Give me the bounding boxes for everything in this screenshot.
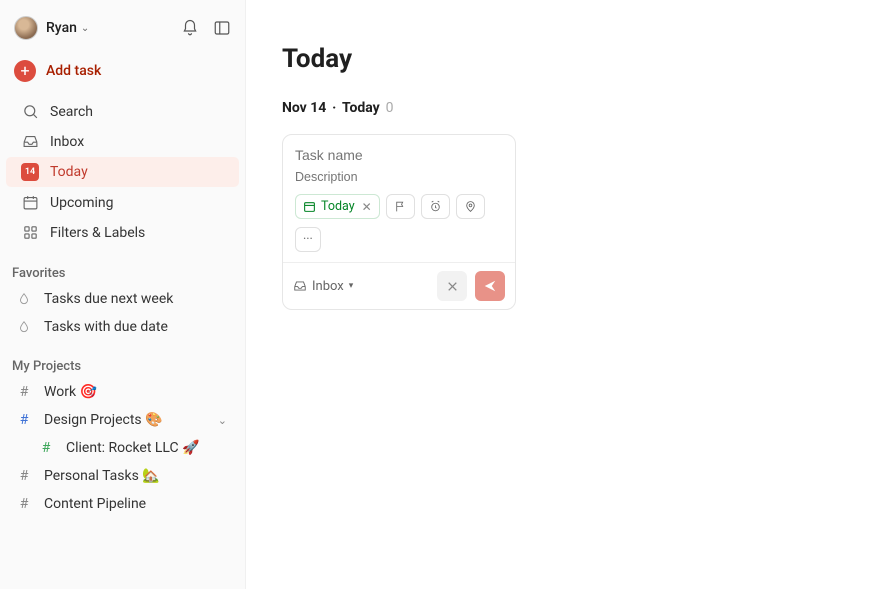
calendar-icon	[20, 194, 40, 211]
sidebar-header: Ryan ⌄	[0, 10, 245, 52]
task-description-input[interactable]	[295, 170, 503, 184]
more-actions-chip[interactable]: ···	[295, 227, 321, 252]
calendar-today-icon: 14	[20, 163, 40, 181]
chip-label: Today	[321, 199, 355, 214]
sidebar: Ryan ⌄ + Add task Search Inbox	[0, 0, 246, 589]
bell-icon[interactable]	[181, 19, 199, 37]
priority-chip[interactable]	[386, 194, 415, 219]
chevron-down-icon[interactable]: ⌄	[81, 23, 89, 34]
project-work[interactable]: # Work 🎯	[0, 378, 245, 406]
favorite-item[interactable]: Tasks with due date	[0, 313, 245, 341]
quick-add-card: Today ✕ ···	[282, 134, 516, 310]
nav-search[interactable]: Search	[6, 97, 239, 126]
project-label: Content Pipeline	[44, 496, 146, 512]
nav-label: Inbox	[50, 134, 84, 150]
date-label: Nov 14	[282, 100, 326, 116]
inbox-icon	[20, 133, 40, 150]
project-selector[interactable]: Inbox ▾	[293, 279, 353, 294]
favorites-title[interactable]: Favorites	[0, 248, 245, 285]
chevron-down-icon: ▾	[349, 281, 354, 291]
drop-icon	[14, 292, 34, 306]
plus-icon: +	[14, 60, 36, 82]
drop-icon	[14, 320, 34, 334]
project-label: Work 🎯	[44, 384, 97, 400]
nav-label: Search	[50, 104, 93, 120]
hash-icon: #	[14, 412, 34, 428]
nav-upcoming[interactable]: Upcoming	[6, 188, 239, 217]
nav-inbox[interactable]: Inbox	[6, 127, 239, 156]
project-personal[interactable]: # Personal Tasks 🏡	[0, 462, 245, 490]
page-title: Today	[282, 44, 876, 74]
task-count: 0	[386, 100, 394, 116]
project-content[interactable]: # Content Pipeline	[0, 490, 245, 518]
hash-icon: #	[14, 468, 34, 484]
add-task-button[interactable]: + Add task	[0, 52, 245, 90]
panel-icon[interactable]	[213, 19, 231, 37]
project-label: Design Projects 🎨	[44, 412, 163, 428]
project-label: Personal Tasks 🏡	[44, 468, 160, 484]
hash-icon: #	[14, 496, 34, 512]
date-separator: ‧	[332, 100, 336, 116]
nav-list: Search Inbox 14 Today Upcoming Filters &…	[0, 96, 245, 248]
date-suffix: Today	[342, 100, 380, 116]
add-task-label: Add task	[46, 63, 101, 79]
project-rocket[interactable]: # Client: Rocket LLC 🚀	[0, 434, 245, 462]
main-content: Today Nov 14 ‧ Today 0 Today ✕	[246, 0, 876, 589]
submit-button[interactable]	[475, 271, 505, 301]
date-heading: Nov 14 ‧ Today 0	[282, 100, 876, 116]
project-design[interactable]: # Design Projects 🎨 ⌄	[0, 406, 245, 434]
nav-filters[interactable]: Filters & Labels	[6, 218, 239, 247]
nav-label: Filters & Labels	[50, 225, 145, 241]
favorite-label: Tasks with due date	[44, 319, 168, 335]
nav-today[interactable]: 14 Today	[6, 157, 239, 187]
more-icon: ···	[303, 232, 313, 247]
project-selector-label: Inbox	[312, 279, 344, 294]
clear-date-icon[interactable]: ✕	[362, 200, 372, 214]
username[interactable]: Ryan	[46, 20, 77, 36]
hash-icon: #	[14, 384, 34, 400]
task-name-input[interactable]	[295, 147, 503, 163]
cancel-button[interactable]	[437, 271, 467, 301]
project-label: Client: Rocket LLC 🚀	[66, 440, 200, 456]
due-date-chip[interactable]: Today ✕	[295, 194, 380, 219]
chevron-down-icon[interactable]: ⌄	[218, 414, 231, 427]
projects-title[interactable]: My Projects	[0, 341, 245, 378]
nav-label: Upcoming	[50, 195, 114, 211]
location-chip[interactable]	[456, 194, 485, 219]
search-icon	[20, 103, 40, 120]
reminder-chip[interactable]	[421, 194, 450, 219]
avatar[interactable]	[14, 16, 38, 40]
hash-icon: #	[36, 440, 56, 456]
favorite-item[interactable]: Tasks due next week	[0, 285, 245, 313]
favorite-label: Tasks due next week	[44, 291, 173, 307]
grid-icon	[20, 224, 40, 241]
nav-label: Today	[50, 164, 88, 180]
